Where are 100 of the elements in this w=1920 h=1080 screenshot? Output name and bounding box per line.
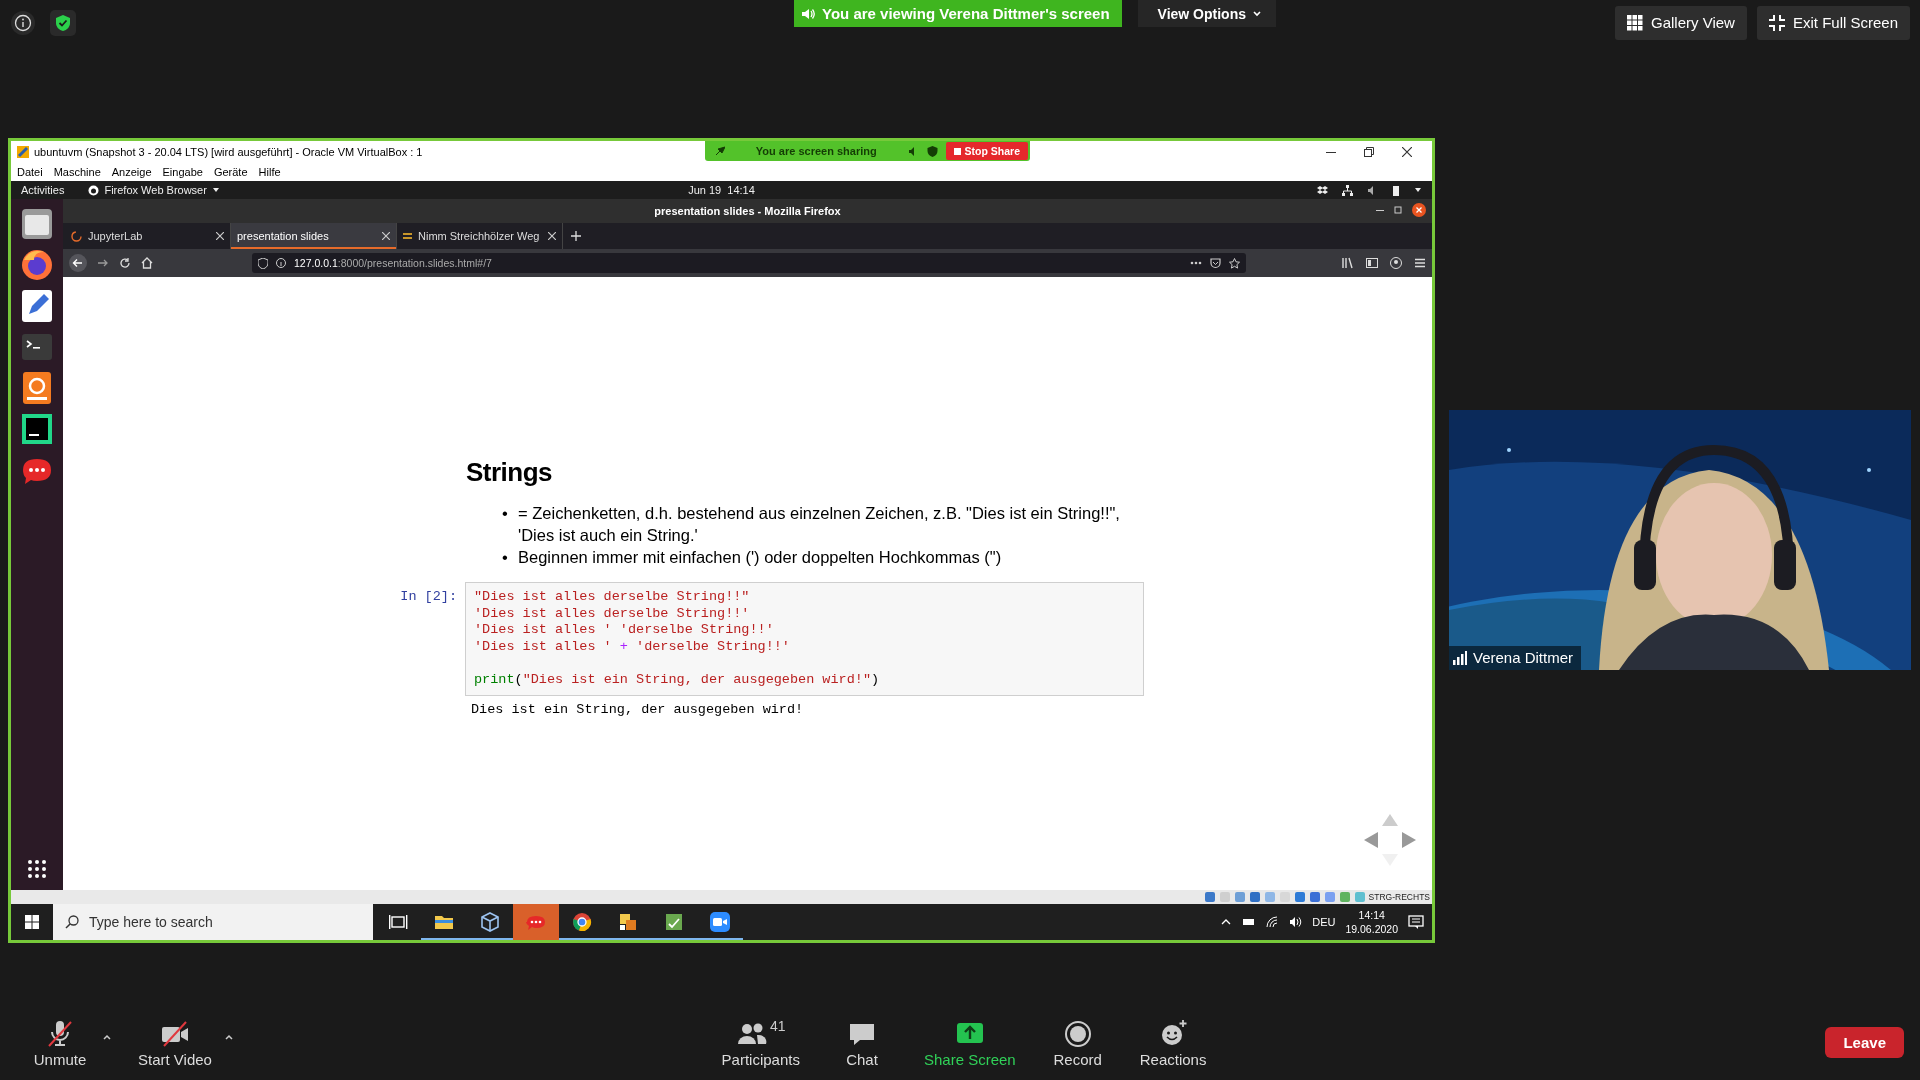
notification-icon[interactable] — [1408, 915, 1424, 929]
app-grid-icon[interactable] — [26, 858, 48, 880]
back-icon[interactable] — [69, 254, 87, 272]
account-icon[interactable] — [1390, 257, 1402, 269]
info-icon[interactable] — [10, 9, 36, 36]
bullet-text: Beginnen immer mit einfachen (') oder doppelten Hochkommas (") — [518, 547, 1002, 568]
stripes-icon — [403, 231, 412, 241]
gallery-view-button[interactable]: Gallery View — [1615, 5, 1747, 40]
code-line: print("Dies ist ein String, der ausgegeben wird!") — [474, 670, 881, 689]
taskbar-date[interactable]: 19.06.2020 — [1345, 922, 1398, 936]
reload-icon[interactable] — [119, 257, 131, 269]
star-icon[interactable] — [1229, 257, 1240, 269]
close-icon[interactable] — [1402, 147, 1412, 157]
globe-icon — [1338, 891, 1351, 903]
search-icon — [65, 915, 79, 929]
menu-item[interactable]: Anzeige — [111, 166, 152, 178]
code-line: "Dies ist alles derselbe String!!" — [474, 589, 751, 606]
code-line: 'Dies ist alles ' 'derselbe String!!' — [474, 622, 775, 639]
signal-icon — [1453, 650, 1467, 665]
grid-icon — [1627, 14, 1644, 31]
shield-icon[interactable] — [50, 9, 76, 36]
spinner-icon — [71, 230, 82, 242]
usb-icon — [1263, 891, 1276, 903]
recording-icon — [1308, 891, 1321, 903]
clock[interactable]: Jun 19 14:14 — [688, 184, 755, 196]
stop-share-button[interactable]: Stop Share — [945, 142, 1028, 160]
forward-icon[interactable] — [97, 257, 109, 269]
folder-icon — [1278, 891, 1291, 903]
browser-icon — [88, 184, 100, 196]
volume-icon[interactable] — [1289, 916, 1303, 928]
menu-item[interactable]: Eingabe — [162, 166, 203, 178]
input-prompt: In [2]: — [399, 588, 458, 606]
stop-icon — [953, 147, 961, 155]
menu-item[interactable]: Geräte — [213, 166, 248, 178]
windows-icon — [25, 915, 39, 929]
banner-text: You are viewing Verena Dittmer's screen — [822, 5, 1110, 22]
slide-navigation-icon[interactable] — [1362, 812, 1418, 868]
participant-name: Verena Dittmer — [1473, 649, 1574, 666]
close-icon[interactable] — [1412, 203, 1426, 217]
browser-tab[interactable]: presentation slides — [231, 223, 397, 249]
language-indicator[interactable]: DEU — [1312, 916, 1336, 928]
pin-icon[interactable] — [715, 146, 725, 156]
exit-full-screen-button[interactable]: Exit Full Screen — [1756, 5, 1910, 40]
audio-icon — [1233, 891, 1246, 903]
more-icon[interactable] — [1190, 261, 1202, 265]
host-key-label: STRG-RECHTS — [1368, 892, 1430, 902]
sidebar-icon[interactable] — [1366, 257, 1378, 269]
app-icon — [17, 146, 29, 158]
restore-icon[interactable] — [1364, 147, 1374, 157]
menu-icon[interactable] — [1414, 257, 1426, 269]
reactions-button[interactable]: Reactions — [1133, 1017, 1213, 1068]
cube-icon — [478, 910, 502, 934]
view-options-button[interactable]: View Options — [1137, 0, 1276, 27]
code-line: 'Dies ist alles ' + 'derselbe String!!' — [474, 638, 791, 656]
start-video-button[interactable]: Start Video — [132, 1017, 218, 1068]
bullet-marker: • — [502, 503, 509, 524]
battery-icon[interactable] — [1392, 184, 1400, 196]
participant-count: 41 — [770, 1017, 786, 1034]
optical-drive-icon — [1218, 891, 1231, 903]
participants-button[interactable]: 41 Participants — [715, 1017, 806, 1068]
unmute-button[interactable]: Unmute — [24, 1017, 96, 1068]
mouse-icon — [1353, 891, 1366, 903]
menu-item[interactable]: Hilfe — [258, 166, 281, 178]
bullet-text: = Zeichenketten, d.h. bestehend aus einzelnen Zeichen, z.B. "Dies ist ein String!!", 'Dies ist auch ein String.' — [518, 503, 1121, 546]
menu-item[interactable]: Datei — [17, 166, 43, 178]
caret-icon[interactable] — [211, 186, 220, 194]
pocket-icon[interactable] — [1210, 257, 1221, 269]
window-title: ubuntuvm (Snapshot 3 - 20.04 LTS) [wird ausgeführt] - Oracle VM VirtualBox : 1 — [34, 146, 423, 158]
info-icon[interactable] — [276, 258, 286, 268]
search-field[interactable]: Type here to search — [53, 904, 373, 940]
wifi-icon[interactable] — [1266, 916, 1280, 928]
home-icon[interactable] — [141, 257, 153, 269]
display-icon — [1293, 891, 1306, 903]
caret-icon[interactable] — [1414, 186, 1422, 194]
menu-item[interactable]: Maschine — [53, 166, 101, 178]
battery-icon[interactable] — [1242, 916, 1257, 928]
code-line: 'Dies ist alles derselbe String!!' — [474, 605, 751, 623]
browser-title: presentation slides - Mozilla Firefox — [654, 205, 841, 217]
network-icon[interactable] — [1342, 184, 1353, 196]
shield-icon — [258, 257, 268, 269]
caret-icon[interactable] — [1252, 8, 1262, 19]
activities-button[interactable]: Activities — [21, 184, 65, 196]
sharing-status: You are screen sharing — [754, 145, 878, 157]
new-tab-icon[interactable] — [571, 231, 581, 241]
cpu-icon — [1323, 891, 1336, 903]
leave-button[interactable]: Leave — [1825, 1027, 1904, 1058]
library-icon[interactable] — [1342, 257, 1354, 269]
app-menu[interactable]: Firefox Web Browser — [104, 184, 207, 196]
chat-button[interactable]: Chat — [825, 1017, 898, 1068]
cell-output: Dies ist ein String, der ausgegeben wird! — [471, 701, 805, 717]
record-button[interactable]: Record — [1041, 1017, 1114, 1068]
network-icon — [1248, 891, 1261, 903]
camera-icon — [708, 910, 732, 934]
slide-title: Strings — [466, 457, 554, 488]
bullet-marker: • — [502, 547, 509, 568]
maximize-icon[interactable] — [1394, 206, 1402, 214]
taskbar-time[interactable]: 14:14 — [1358, 908, 1385, 922]
browser-icon — [570, 910, 594, 934]
exit-full-screen-icon — [1768, 14, 1785, 31]
share-screen-button[interactable]: Share Screen — [917, 1017, 1022, 1068]
